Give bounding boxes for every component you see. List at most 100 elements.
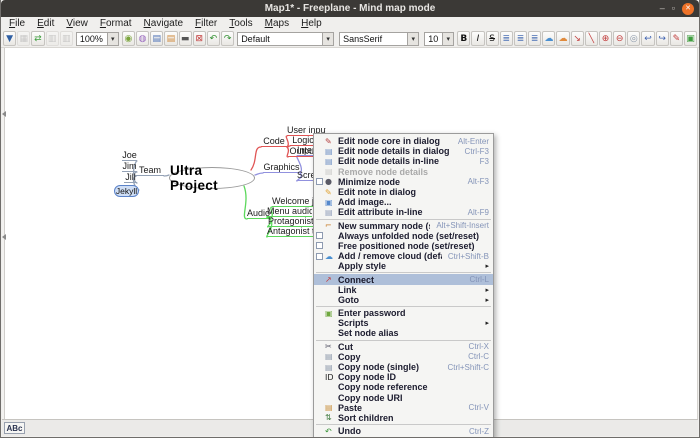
menu-item-goto[interactable]: Goto ▸: [314, 295, 493, 305]
save-map-icon[interactable]: ▤: [150, 31, 164, 46]
checkbox-icon[interactable]: [316, 232, 323, 240]
checkbox-icon[interactable]: [316, 252, 323, 260]
map-node-jim[interactable]: Jim: [122, 161, 137, 172]
new-map-icon[interactable]: ◉: [121, 31, 135, 46]
menu-item-cut[interactable]: ✂ Cut Ctrl-X: [314, 342, 493, 352]
menubar-edit[interactable]: Edit: [31, 17, 60, 30]
undo-icon[interactable]: ↶: [206, 31, 221, 46]
dropdown-arrow-icon[interactable]: ▾: [106, 32, 118, 45]
menu-item-edit-attribute-in-line[interactable]: ▤ Edit attribute in-line Alt-F9: [314, 207, 493, 217]
menu-item-set-node-alias[interactable]: Set node alias: [314, 328, 493, 338]
dropdown-arrow-icon[interactable]: ▾: [407, 32, 419, 45]
refilter-icon[interactable]: ⇄: [31, 31, 45, 46]
menu-item-always-unfolded-node-set-reset[interactable]: Always unfolded node (set/reset): [314, 231, 493, 241]
checkbox-icon[interactable]: [316, 178, 323, 186]
menu-item-apply-style[interactable]: Apply style ▸: [314, 261, 493, 271]
cloud-icon: ☁: [325, 251, 333, 261]
menu-item-paste[interactable]: ▤ Paste Ctrl-V: [314, 403, 493, 413]
zoom-out-icon: ⊖: [615, 33, 624, 44]
cloud-icon[interactable]: ☁: [542, 31, 556, 46]
redo-icon[interactable]: ↷: [221, 31, 235, 46]
font-size-select[interactable]: 10 ▾: [424, 31, 455, 46]
node-background-icon[interactable]: ≣: [499, 31, 513, 46]
filter-icon[interactable]: ▼: [3, 31, 17, 46]
menu-item-new-summary-node-selected-nodes[interactable]: ⌐ New summary node (selected nodes) Alt+Sh…: [314, 221, 493, 231]
menu-item-label: Copy node ID: [338, 372, 396, 383]
menu-item-copy-node-uri[interactable]: Copy node URI: [314, 393, 493, 403]
menu-item-enter-password[interactable]: ▣ Enter password: [314, 308, 493, 318]
select-branch-icon[interactable]: ◎: [627, 31, 641, 46]
pin-icon[interactable]: ✎: [669, 31, 683, 46]
menu-item-add-remove-cloud-default[interactable]: ☁ Add / remove cloud (default) Ctrl+Shift-…: [314, 251, 493, 261]
save-as-icon[interactable]: ▤: [164, 31, 178, 46]
menu-item-copy-node-id[interactable]: ID Copy node ID: [314, 372, 493, 382]
details-inline-icon: ▤: [325, 156, 333, 166]
node-blend-icon[interactable]: ≣: [528, 31, 542, 46]
shortcut-label: Ctrl-C: [468, 352, 489, 362]
password-key-icon: ▣: [325, 308, 333, 318]
zoom-out-icon[interactable]: ⊖: [613, 31, 627, 46]
zoom-select-value: 100%: [79, 33, 103, 44]
menu-item-edit-note-in-dialog[interactable]: ✎ Edit note in dialog: [314, 187, 493, 197]
menu-item-edit-node-core-in-dialog[interactable]: ✎ Edit node core in dialog Alt-Enter: [314, 136, 493, 146]
spelling-abc-icon[interactable]: ABc: [4, 422, 25, 434]
lock-icon[interactable]: ▣: [683, 31, 698, 46]
map-node-team[interactable]: Team: [136, 165, 164, 176]
menubar-format[interactable]: Format: [94, 17, 138, 30]
node-color-icon[interactable]: ≣: [513, 31, 528, 46]
style-select[interactable]: Default ▾: [237, 31, 335, 46]
menubar-filter[interactable]: Filter: [189, 17, 223, 30]
menu-item-connect[interactable]: ↗ Connect Ctrl-L: [314, 274, 493, 285]
connector-icon[interactable]: ↘: [570, 31, 584, 46]
menu-item-edit-node-details-in-line[interactable]: ▤ Edit node details in-line F3: [314, 156, 493, 166]
map-node-joe[interactable]: Joe: [122, 150, 137, 161]
menu-item-free-positioned-node-set-reset[interactable]: Free positioned node (set/reset): [314, 241, 493, 251]
menubar-maps[interactable]: Maps: [259, 17, 295, 30]
menu-item-sort-children[interactable]: ⇅ Sort children: [314, 413, 493, 423]
italic-button[interactable]: I: [471, 31, 485, 46]
map-node-root[interactable]: Ultra Project: [169, 163, 255, 193]
close-map-icon[interactable]: ⊠: [192, 31, 206, 46]
navigate-forward-icon[interactable]: ↪: [655, 31, 669, 46]
zoom-select[interactable]: 100% ▾: [75, 31, 119, 46]
menu-item-edit-node-details-in-dialog[interactable]: ▤ Edit node details in dialog Ctrl-F3: [314, 146, 493, 156]
menu-item-undo[interactable]: ↶ Undo Ctrl-Z: [314, 426, 493, 436]
font-select[interactable]: SansSerif ▾: [339, 31, 420, 46]
edge-line-icon[interactable]: ╲: [584, 31, 598, 46]
menu-item-label: Apply style: [338, 261, 387, 272]
menu-item-link[interactable]: Link ▸: [314, 285, 493, 295]
menubar-view[interactable]: View: [60, 17, 94, 30]
close-button[interactable]: ✕: [682, 2, 694, 15]
menu-item-scripts[interactable]: Scripts ▸: [314, 318, 493, 328]
new-map-icon: ◉: [124, 33, 133, 44]
map-node-graphics[interactable]: Graphics: [263, 162, 300, 173]
bold-button[interactable]: B: [457, 31, 471, 46]
strikethrough-button[interactable]: S: [485, 31, 499, 46]
map-node-antagonist[interactable]: Antagonist th: [267, 226, 314, 237]
map-node-code[interactable]: Code: [261, 136, 287, 147]
menubar-file[interactable]: File: [3, 17, 31, 30]
open-map-icon[interactable]: ◍: [135, 31, 150, 46]
map-node-jill[interactable]: Jill: [124, 172, 137, 183]
menu-item-copy-node-reference[interactable]: Copy node reference: [314, 382, 493, 392]
menu-item-add-image[interactable]: ▣ Add image...: [314, 197, 493, 207]
navigate-back-icon[interactable]: ↩: [641, 31, 655, 46]
bold-button: B: [460, 33, 468, 44]
print-icon[interactable]: ▬: [178, 31, 192, 46]
menu-separator: [316, 424, 491, 426]
maximize-button[interactable]: ▫: [672, 2, 675, 15]
shortcut-label: Alt-F9: [467, 207, 489, 217]
dropdown-arrow-icon[interactable]: ▾: [442, 32, 454, 45]
menu-item-copy[interactable]: ▤ Copy Ctrl-C: [314, 352, 493, 362]
minimize-button[interactable]: –: [660, 2, 665, 15]
map-node-jekyll-selected[interactable]: Jekyll: [114, 185, 139, 197]
menubar-navigate[interactable]: Navigate: [138, 17, 189, 30]
menubar-tools[interactable]: Tools: [223, 17, 258, 30]
dropdown-arrow-icon[interactable]: ▾: [322, 32, 334, 45]
menu-item-minimize-node[interactable]: ● Minimize node Alt-F3: [314, 177, 493, 187]
cloud-color-icon[interactable]: ☁: [556, 31, 570, 46]
zoom-in-icon[interactable]: ⊕: [598, 31, 613, 46]
menubar-help[interactable]: Help: [295, 17, 328, 30]
checkbox-icon[interactable]: [316, 242, 323, 250]
menu-item-copy-node-single[interactable]: ▤ Copy node (single) Ctrl+Shift-C: [314, 362, 493, 372]
